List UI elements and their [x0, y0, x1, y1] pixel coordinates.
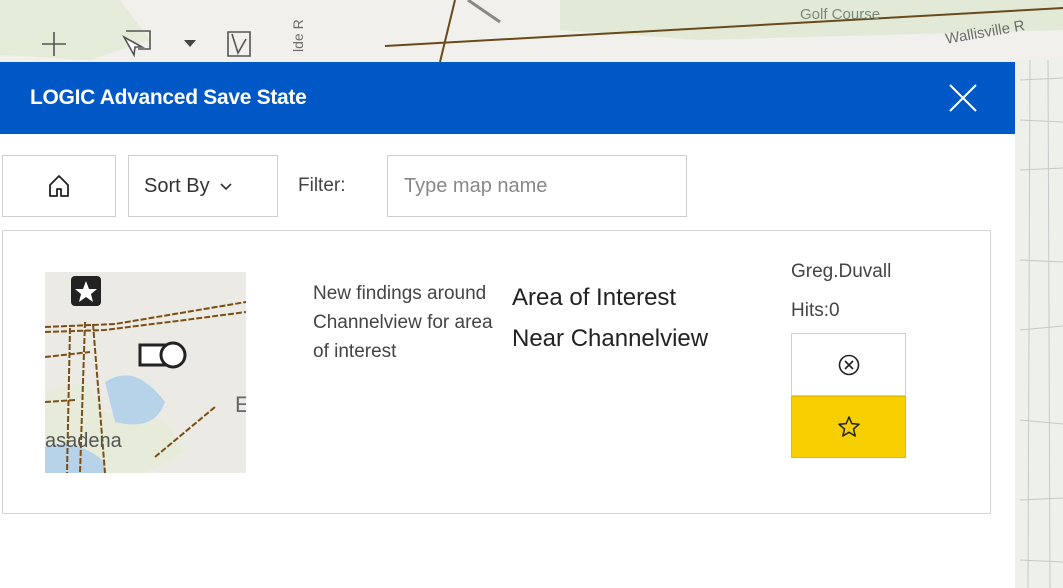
map-thumbnail[interactable]: E asadena — [45, 272, 246, 473]
favorite-button[interactable] — [791, 396, 906, 458]
select-icon[interactable] — [120, 28, 154, 60]
map-hits: Hits:0 — [791, 300, 840, 321]
map-label-golf-course: Golf Course — [800, 6, 881, 23]
saved-map-card[interactable]: E asadena New findings around Channelvie… — [2, 230, 991, 514]
draw-polygon-icon[interactable] — [222, 28, 256, 60]
svg-text:E: E — [235, 392, 246, 417]
home-icon — [49, 175, 69, 197]
map-label-road-vertical: lde R — [290, 19, 306, 52]
caret-down-icon[interactable] — [182, 28, 198, 60]
home-button[interactable] — [2, 155, 116, 217]
chevron-down-icon — [220, 178, 232, 194]
map-owner: Greg.Duvall — [791, 261, 892, 282]
sort-by-label: Sort By — [144, 174, 210, 197]
panel-title: LOGIC Advanced Save State — [30, 86, 307, 109]
map-toolbar — [0, 14, 270, 62]
filter-label: Filter: — [298, 175, 346, 196]
close-icon[interactable] — [947, 82, 979, 114]
map-name[interactable]: Area of Interest Near Channelview — [512, 277, 712, 359]
filter-input[interactable] — [387, 155, 687, 217]
star-icon — [837, 416, 860, 437]
map-description: New findings around Channelview for area… — [313, 283, 493, 362]
add-icon[interactable] — [38, 28, 70, 60]
thumbnail-label: asadena — [45, 430, 123, 452]
save-state-panel: LOGIC Advanced Save State Sort By Filter… — [0, 62, 1015, 588]
sort-by-dropdown[interactable]: Sort By — [128, 155, 278, 217]
remove-circle-icon — [838, 354, 859, 375]
panel-header: LOGIC Advanced Save State — [0, 62, 1015, 134]
delete-button[interactable] — [791, 333, 906, 396]
